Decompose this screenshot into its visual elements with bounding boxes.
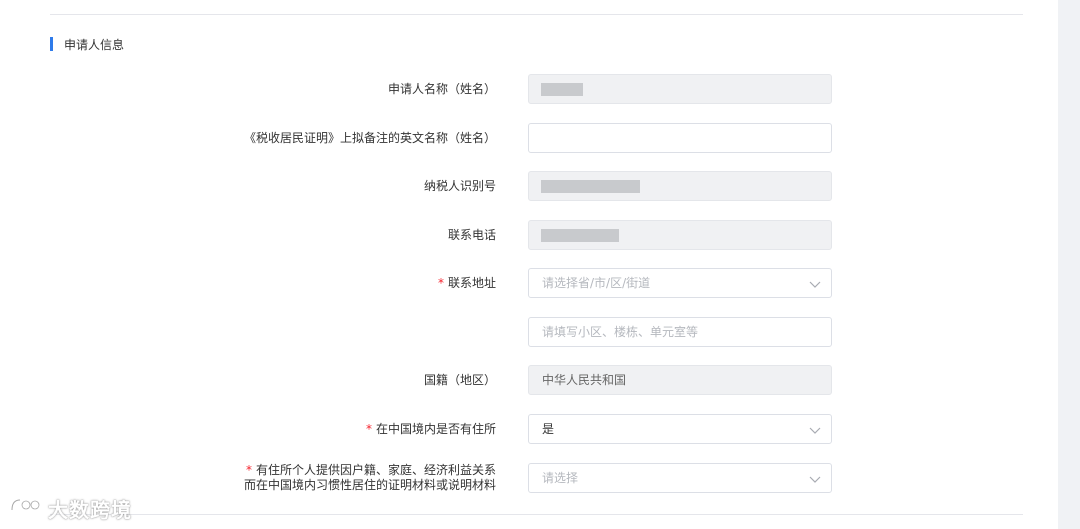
redacted-value [541, 229, 619, 242]
watermark-logo-icon [10, 498, 41, 511]
row-nationality: 国籍（地区） 中华人民共和国 [0, 365, 1058, 395]
taxpayer-id-label: 纳税人识别号 [423, 179, 496, 193]
address-region-select[interactable]: 请选择省/市/区/街道 [528, 268, 832, 298]
address-region-placeholder: 请选择省/市/区/街道 [542, 276, 651, 290]
watermark: 大数跨境 [8, 494, 132, 522]
row-address: * 联系地址 请选择省/市/区/街道 [0, 268, 1058, 298]
bottom-divider [50, 514, 1023, 515]
chevron-down-icon [809, 281, 821, 288]
required-mark: * [437, 276, 444, 290]
chevron-down-icon [809, 476, 821, 483]
row-phone: 联系电话 [0, 220, 1058, 250]
taxpayer-id-field [528, 171, 832, 201]
english-name-label: 《税收居民证明》上拟备注的英文名称（姓名） [243, 131, 496, 145]
proof-select[interactable]: 请选择 [528, 463, 832, 493]
required-mark: * [245, 463, 252, 477]
residence-value: 是 [542, 422, 555, 436]
watermark-text: 大数跨境 [48, 497, 132, 522]
section-header: 申请人信息 [50, 36, 124, 52]
residence-select[interactable]: 是 [528, 414, 832, 444]
nationality-field: 中华人民共和国 [528, 365, 832, 395]
row-taxpayer-id: 纳税人识别号 [0, 171, 1058, 201]
top-divider [50, 14, 1023, 15]
address-detail-input[interactable] [528, 317, 832, 347]
applicant-name-field [528, 74, 832, 104]
required-mark: * [365, 422, 372, 436]
page-gutter [1058, 0, 1080, 529]
row-applicant-name: 申请人名称（姓名） [0, 74, 1058, 104]
proof-placeholder: 请选择 [542, 471, 579, 485]
row-address-detail [0, 317, 1058, 347]
english-name-input[interactable] [528, 123, 832, 153]
section-title: 申请人信息 [64, 37, 125, 52]
redacted-value [541, 83, 583, 96]
form-card: 申请人信息 申请人名称（姓名） 《税收居民证明》上拟备注的英文名称（姓名） 纳税… [0, 0, 1058, 529]
applicant-name-label: 申请人名称（姓名） [387, 82, 496, 96]
residence-label: * 在中国境内是否有住所 [365, 422, 496, 436]
redacted-value [541, 180, 640, 193]
proof-label: * 有住所个人提供因户籍、家庭、经济利益关系 而在中国境内习惯性居住的证明材料或说… [243, 463, 496, 492]
phone-field [528, 220, 832, 250]
row-proof: * 有住所个人提供因户籍、家庭、经济利益关系 而在中国境内习惯性居住的证明材料或说… [0, 463, 1058, 493]
section-accent-bar [50, 37, 53, 51]
row-english-name: 《税收居民证明》上拟备注的英文名称（姓名） [0, 123, 1058, 153]
address-label: * 联系地址 [437, 276, 496, 290]
phone-label: 联系电话 [447, 228, 496, 242]
chevron-down-icon [809, 427, 821, 434]
row-residence: * 在中国境内是否有住所 是 [0, 414, 1058, 444]
nationality-label: 国籍（地区） [423, 373, 496, 387]
